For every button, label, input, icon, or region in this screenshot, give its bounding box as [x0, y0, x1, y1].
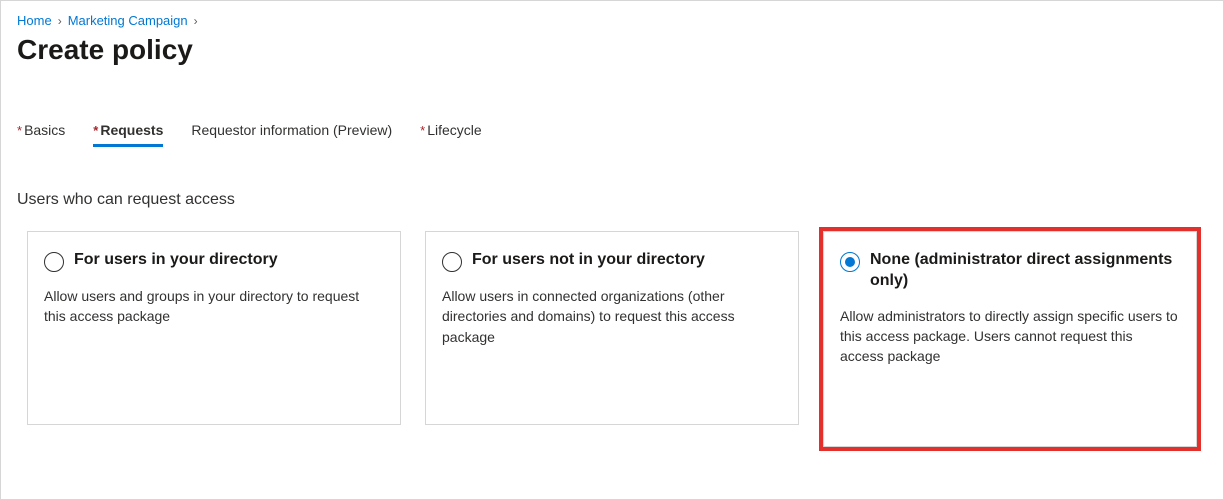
tab-basics[interactable]: * Basics	[17, 122, 65, 147]
radio-icon[interactable]	[44, 252, 64, 272]
option-cards: For users in your directory Allow users …	[17, 231, 1207, 447]
breadcrumb: Home › Marketing Campaign ›	[17, 13, 1207, 28]
required-marker: *	[17, 123, 22, 138]
required-marker: *	[420, 123, 425, 138]
option-title: For users not in your directory	[472, 250, 705, 271]
page-title: Create policy	[17, 34, 1207, 66]
option-description: Allow users in connected organizations (…	[442, 286, 782, 347]
option-description: Allow users and groups in your directory…	[44, 286, 384, 327]
option-card-none-admin-only[interactable]: None (administrator direct assignments o…	[823, 231, 1197, 447]
option-card-users-not-in-directory[interactable]: For users not in your directory Allow us…	[425, 231, 799, 425]
breadcrumb-link-home[interactable]: Home	[17, 13, 52, 28]
chevron-right-icon: ›	[194, 14, 198, 28]
tab-requestor-info[interactable]: Requestor information (Preview)	[191, 122, 392, 147]
tab-label: Requests	[100, 122, 163, 138]
tab-label: Basics	[24, 122, 65, 138]
section-heading: Users who can request access	[17, 191, 1207, 209]
breadcrumb-link-marketing[interactable]: Marketing Campaign	[68, 13, 188, 28]
option-description: Allow administrators to directly assign …	[840, 306, 1180, 367]
tab-label: Requestor information (Preview)	[191, 122, 392, 138]
tab-label: Lifecycle	[427, 122, 481, 138]
option-title: None (administrator direct assignments o…	[870, 250, 1180, 292]
chevron-right-icon: ›	[58, 14, 62, 28]
tab-requests[interactable]: * Requests	[93, 122, 163, 147]
option-title: For users in your directory	[74, 250, 278, 271]
required-marker: *	[93, 123, 98, 138]
radio-selected-dot	[845, 257, 855, 267]
tabs: * Basics * Requests Requestor informatio…	[17, 122, 1207, 147]
radio-icon[interactable]	[442, 252, 462, 272]
tab-lifecycle[interactable]: * Lifecycle	[420, 122, 482, 147]
radio-icon[interactable]	[840, 252, 860, 272]
option-card-users-in-directory[interactable]: For users in your directory Allow users …	[27, 231, 401, 425]
